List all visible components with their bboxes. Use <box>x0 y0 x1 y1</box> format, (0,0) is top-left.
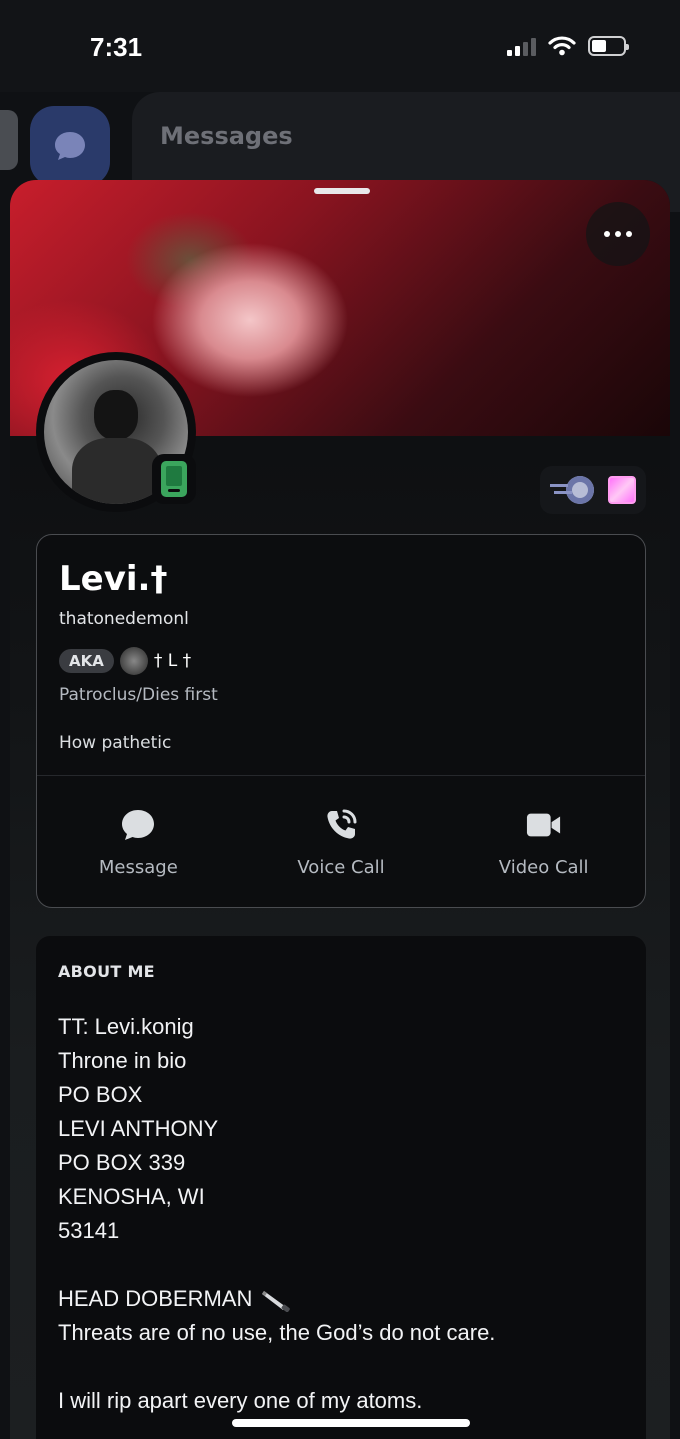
mobile-phone-icon <box>161 461 187 497</box>
voice-call-label: Voice Call <box>297 857 385 878</box>
phone-icon <box>323 807 359 843</box>
profile-info-card: Levi.† thatonedemonl AKA † L † Patroclus… <box>36 534 646 908</box>
about-me-title: ABOUT ME <box>58 962 155 981</box>
server-icon[interactable] <box>0 110 18 170</box>
chat-bubble-icon <box>55 132 85 160</box>
about-line: PO BOX <box>58 1082 143 1107</box>
display-name: Levi.† <box>59 559 168 599</box>
about-me-card: ABOUT ME TT: Levi.konig Throne in bio PO… <box>36 936 646 1439</box>
message-label: Message <box>98 857 178 878</box>
about-line: Threats are of no use, the God’s do not … <box>58 1320 496 1345</box>
status-bar: 7:31 <box>0 0 680 92</box>
about-line: HEAD DOBERMAN <box>58 1286 253 1311</box>
video-camera-icon <box>526 807 562 843</box>
sheet-drag-handle[interactable] <box>314 188 370 194</box>
battery-icon <box>588 36 629 56</box>
video-call-label: Video Call <box>498 857 589 878</box>
aka-avatar <box>119 647 148 675</box>
messages-title: Messages <box>160 122 293 150</box>
action-buttons: Message Voice Call Video Call <box>37 775 645 907</box>
direct-messages-button[interactable] <box>30 106 110 186</box>
about-line: Throne in bio <box>58 1048 187 1073</box>
about-line: LEVI ANTHONY <box>58 1116 219 1141</box>
nitro-badge-icon[interactable] <box>608 476 636 504</box>
about-line: 53141 <box>58 1218 120 1243</box>
about-line <box>58 1350 628 1384</box>
profile-sheet: Levi.† thatonedemonl AKA † L † Patroclus… <box>10 180 670 1439</box>
custom-status: How pathetic <box>59 733 172 753</box>
voice-call-button[interactable]: Voice Call <box>240 775 443 907</box>
signal-icon <box>507 36 536 56</box>
message-button[interactable]: Message <box>37 775 240 907</box>
username[interactable]: thatonedemonl <box>59 609 189 629</box>
wifi-icon <box>548 36 576 56</box>
chat-bubble-icon <box>120 807 156 843</box>
about-line: TT: Levi.konig <box>58 1014 194 1039</box>
home-indicator[interactable] <box>232 1419 470 1427</box>
about-me-body: TT: Levi.konig Throne in bio PO BOX LEVI… <box>58 1010 628 1418</box>
aka-label: AKA <box>59 649 114 673</box>
about-line <box>58 1248 628 1282</box>
server-boost-badge-icon[interactable] <box>550 476 594 504</box>
profile-badges <box>540 466 646 514</box>
about-line: PO BOX 339 <box>58 1150 186 1175</box>
mobile-online-status <box>152 454 196 504</box>
knife-icon <box>262 1291 291 1313</box>
more-dots-icon <box>604 231 610 237</box>
pronouns: Patroclus/Dies first <box>59 685 218 705</box>
about-line: KENOSHA, WI <box>58 1184 205 1209</box>
aka-name: † L † <box>153 651 192 671</box>
about-line: I will rip apart every one of my atoms. <box>58 1388 423 1413</box>
status-icons <box>507 36 629 56</box>
more-options-button[interactable] <box>586 202 650 266</box>
about-line-with-knife: HEAD DOBERMAN <box>58 1282 628 1316</box>
video-call-button[interactable]: Video Call <box>442 775 645 907</box>
aka-row[interactable]: AKA † L † <box>59 647 191 675</box>
status-time: 7:31 <box>90 32 143 62</box>
